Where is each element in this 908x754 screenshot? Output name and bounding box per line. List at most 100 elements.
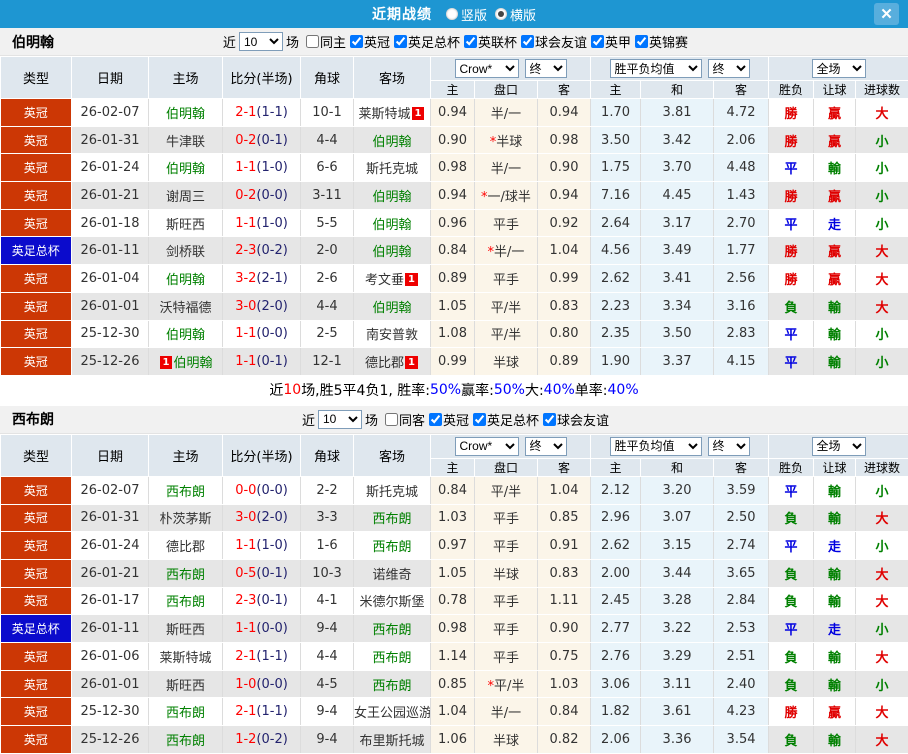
goals-result-cell: 大 [855,642,908,671]
avg-draw-cell: 3.41 [640,264,715,293]
home-team-cell: 西布朗 [148,697,223,727]
halftime-score: (1-0) [256,538,288,554]
bookmaker-select[interactable]: Crow* [454,59,519,78]
scope-select[interactable]: 全场 [811,59,866,78]
avg-type-select[interactable]: 胜平负均值 [609,436,702,456]
bookmaker-select[interactable]: Crow* [454,436,519,456]
fulltime-score: 3-0 [235,510,257,526]
sub-column-header: 胜负 [768,80,815,99]
league-filter-checkbox[interactable]: 英冠 [429,410,469,429]
league-cell: 英冠 [0,209,72,238]
away-team-cell: 西布朗 [353,504,431,533]
home-team-name: 西布朗 [165,706,205,722]
handicap-cell: 平手 [474,587,538,616]
goals-result-cell: 小 [855,476,908,505]
avg-draw-cell: 3.29 [640,642,715,671]
same-venue-checkbox-box[interactable] [305,35,319,48]
avg-time-select[interactable]: 终 [707,436,750,456]
scope-select[interactable]: 全场 [811,436,866,456]
same-venue-checkbox[interactable]: 同客 [384,410,425,429]
handicap-text: 平/半 [490,300,522,316]
league-filter-checkbox-box[interactable] [393,35,407,48]
summary-segment: 40% [607,381,639,398]
fulltime-score: 1-1 [235,160,257,176]
fulltime-score: 1-2 [235,731,257,747]
goals-result-cell: 小 [855,153,908,183]
league-filter-checkbox-box[interactable] [473,412,487,426]
fulltime-score: 2-3 [235,593,257,609]
away-team-cell: 西布朗 [353,614,431,643]
league-filter-checkbox[interactable]: 英联杯 [464,32,517,51]
layout-radio-label[interactable]: 竖版 [461,5,487,24]
avg-home-cell: 1.75 [590,153,642,183]
date-cell: 26-01-11 [71,236,149,266]
league-filter-checkbox[interactable]: 英锦赛 [635,32,688,51]
sub-column-header: 和 [640,80,715,99]
home-odds-cell: 0.94 [430,98,475,127]
fulltime-score: 1-1 [235,354,257,370]
handicap-result-cell: 贏 [813,98,857,127]
handicap-cell: 平手 [474,642,538,671]
league-filter-checkbox[interactable]: 英冠 [349,32,390,51]
layout-radio[interactable] [495,8,507,20]
home-team-name: 谢周三 [165,189,205,205]
layout-radio[interactable] [445,8,458,20]
away-odds-cell: 0.90 [537,153,592,183]
avg-type-select[interactable]: 胜平负均值 [609,59,702,78]
date-cell: 26-01-24 [71,153,149,183]
handicap-result-cell: 輸 [813,642,857,671]
avg-home-cell: 1.90 [590,347,642,376]
avg-away-cell: 2.40 [713,670,770,699]
league-filter-checkbox[interactable]: 球会友谊 [543,410,609,429]
league-cell: 英冠 [0,126,72,155]
handicap-result-cell: 贏 [813,126,857,155]
same-venue-checkbox-box[interactable] [384,412,398,426]
close-button[interactable]: ✕ [874,3,899,25]
handicap-result-cell: 走 [813,614,857,643]
corners-cell: 10-3 [300,559,354,588]
match-count-select[interactable]: 10 [317,409,362,429]
odds-time-select[interactable]: 终 [524,59,567,78]
away-odds-cell: 0.84 [537,697,592,727]
league-filter-checkbox[interactable]: 英足总杯 [393,32,460,51]
same-venue-checkbox[interactable]: 同主 [305,32,346,51]
league-filter-checkbox-box[interactable] [464,35,477,48]
home-odds-cell: 1.04 [430,697,475,727]
league-filter-checkbox[interactable]: 英足总杯 [473,410,539,429]
league-cell: 英冠 [0,292,72,321]
rank-badge: 1 [405,356,418,370]
home-odds-cell: 0.90 [430,126,475,155]
odds-time-select[interactable]: 终 [524,436,567,456]
home-team-name: 朴茨茅斯 [159,512,212,528]
away-odds-cell: 0.83 [537,292,592,321]
away-team-cell: 西布朗 [353,670,431,699]
avg-home-cell: 2.64 [590,209,642,238]
fulltime-score: 2-1 [235,648,257,664]
result-scope-group: 全场 [768,433,908,459]
league-filter-checkbox-box[interactable] [349,35,363,48]
league-filter-checkbox[interactable]: 英甲 [591,32,631,51]
league-filter-checkbox-box[interactable] [543,412,557,426]
home-team-name: 斯旺西 [165,217,205,233]
league-filter-checkbox-box[interactable] [429,412,442,426]
home-team-name: 莱斯特城 [159,650,212,666]
league-filter-checkbox-label: 英冠 [443,413,470,429]
column-header: 主场 [148,433,223,477]
winloss-result-cell: 負 [768,292,815,321]
league-filter-checkbox[interactable]: 球会友谊 [521,32,587,51]
league-filter-checkbox-box[interactable] [521,35,535,48]
layout-radio-label[interactable]: 横版 [510,5,536,24]
home-odds-cell: 1.03 [430,504,475,533]
league-filter-checkbox-box[interactable] [591,35,605,48]
home-odds-cell: 1.05 [430,559,475,588]
avg-time-select[interactable]: 终 [707,59,750,78]
filter-bar: 伯明翰 近 10 场 同主 英冠 英足总杯 英联杯 球会友谊 英甲 英锦赛 [0,28,908,56]
handicap-cell: 平/半 [474,320,538,349]
bookmaker-odds-group: Crow* 终 [429,56,592,81]
league-filter-checkbox-label: 球会友谊 [535,36,588,51]
league-filter-checkbox-box[interactable] [635,35,649,48]
goals-result-cell: 大 [855,587,908,616]
corners-cell: 9-4 [300,614,354,643]
halftime-score: (0-0) [256,676,288,692]
match-count-select[interactable]: 10 [238,32,283,51]
